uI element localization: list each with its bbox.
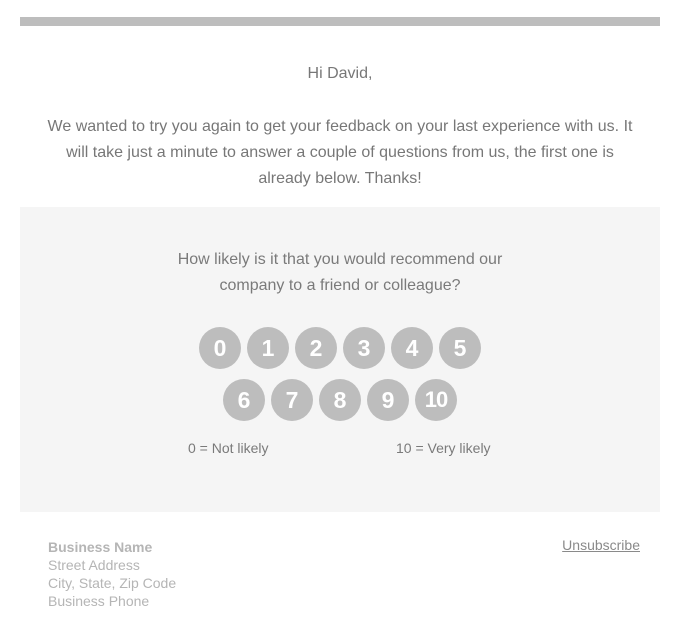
score-button-2[interactable]: 2 (295, 327, 337, 369)
survey-question: How likely is it that you would recommen… (20, 247, 660, 299)
street-address: Street Address (48, 557, 140, 573)
header-bar (20, 17, 660, 26)
score-row-2: 6 7 8 9 10 (20, 379, 660, 421)
score-button-0[interactable]: 0 (199, 327, 241, 369)
score-button-9[interactable]: 9 (367, 379, 409, 421)
score-button-10[interactable]: 10 (415, 379, 457, 421)
score-button-7[interactable]: 7 (271, 379, 313, 421)
score-button-5[interactable]: 5 (439, 327, 481, 369)
city-state-zip: City, State, Zip Code (48, 575, 177, 591)
scale-high-label: 10 = Very likely (396, 440, 491, 456)
greeting: Hi David, (307, 65, 373, 82)
survey-panel: How likely is it that you would recommen… (20, 207, 660, 512)
score-row-1: 0 1 2 3 4 5 (20, 327, 660, 369)
score-button-4[interactable]: 4 (391, 327, 433, 369)
survey-question-line2: company to a friend or colleague? (219, 277, 461, 294)
intro-text: We wanted to try you again to get your f… (47, 118, 633, 187)
scale-low-label: 0 = Not likely (188, 440, 269, 456)
score-button-6[interactable]: 6 (223, 379, 265, 421)
business-phone: Business Phone (48, 593, 150, 609)
survey-question-line1: How likely is it that you would recommen… (177, 251, 503, 268)
score-button-1[interactable]: 1 (247, 327, 289, 369)
score-button-3[interactable]: 3 (343, 327, 385, 369)
score-button-8[interactable]: 8 (319, 379, 361, 421)
footer-address: Business Name Street Address City, State… (48, 538, 176, 610)
unsubscribe-link[interactable]: Unsubscribe (562, 537, 640, 553)
business-name: Business Name (48, 539, 153, 555)
